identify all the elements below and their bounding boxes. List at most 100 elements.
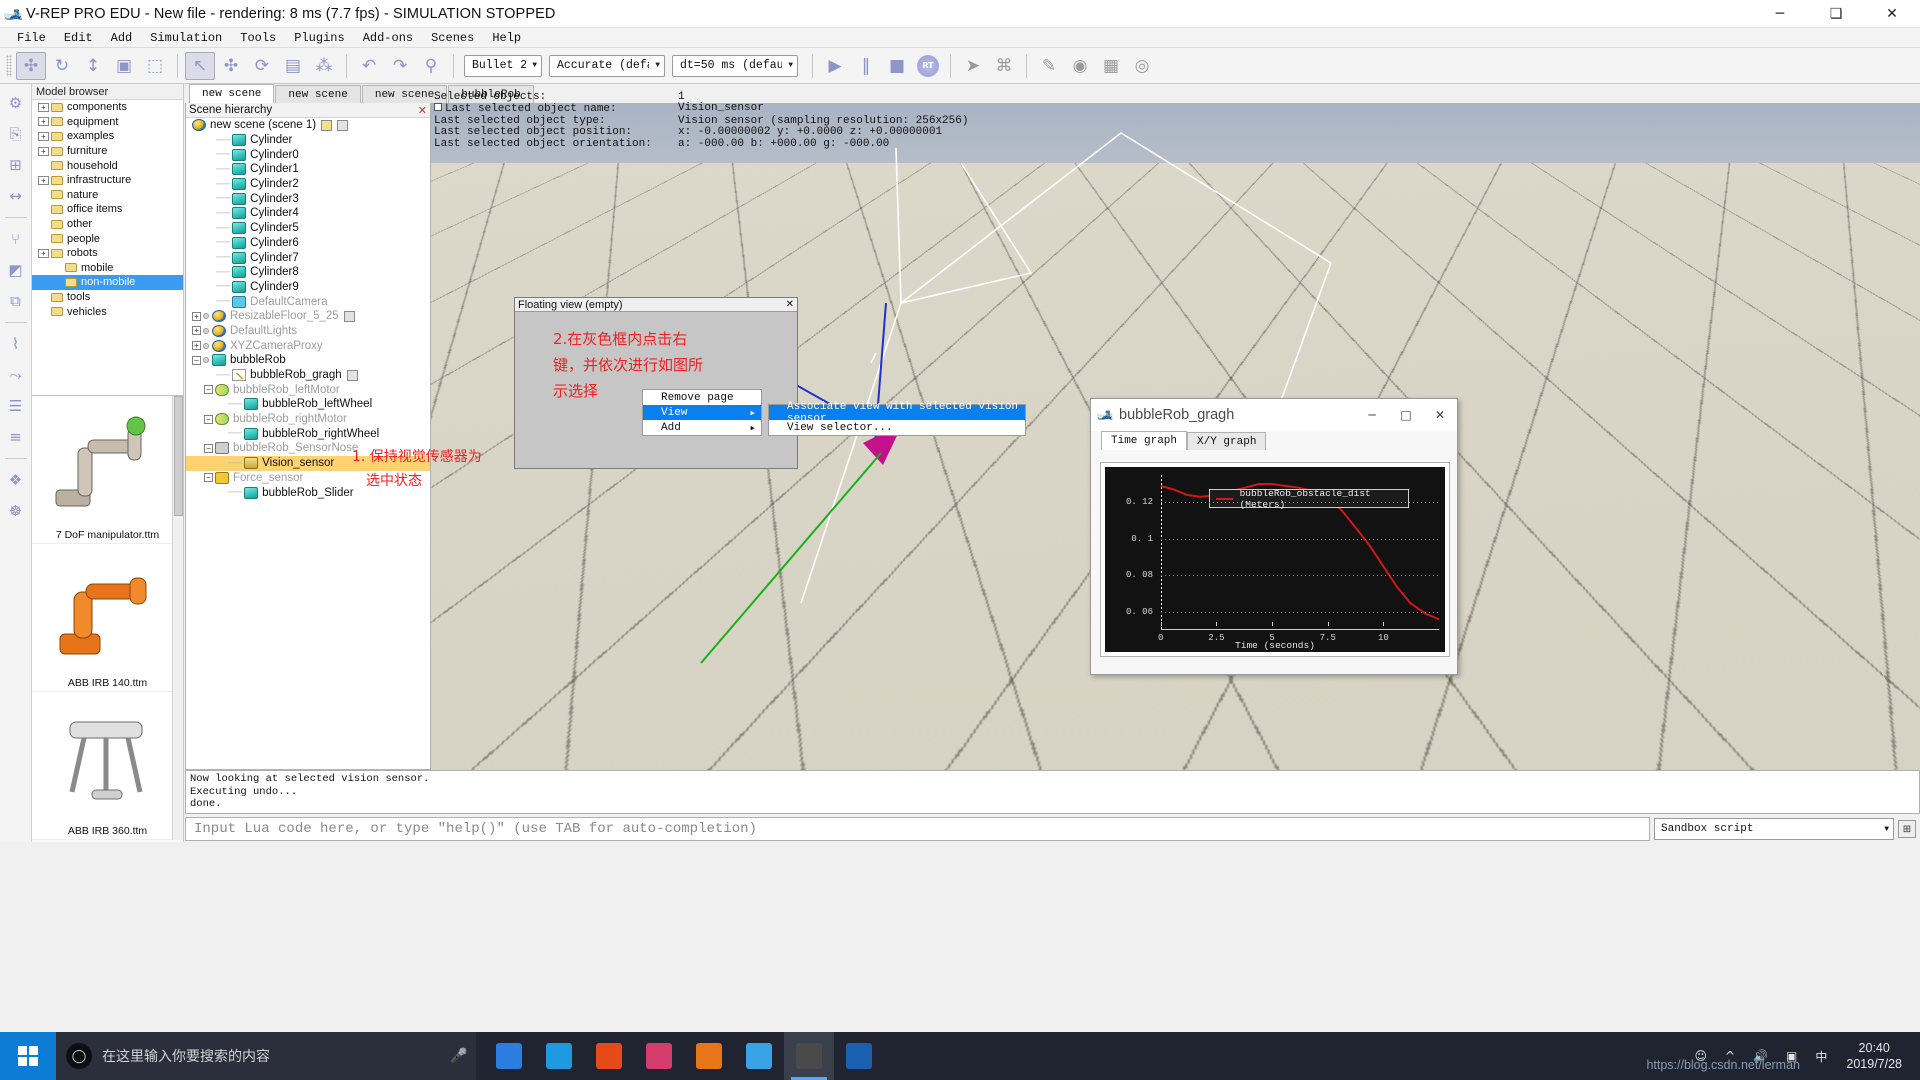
graph-tab-1[interactable]: X/Y graph	[1187, 432, 1266, 450]
scene-cylinder-5[interactable]	[819, 645, 867, 722]
script-badge-icon[interactable]	[344, 311, 355, 322]
hierarchy-node-bubbleRob_rightMotor[interactable]: −bubbleRob_rightMotor	[186, 412, 430, 427]
scene-object-properties-icon[interactable]: ⚙	[3, 90, 29, 116]
menu-scenes[interactable]: Scenes	[422, 31, 483, 45]
expand-icon[interactable]: +	[38, 249, 49, 258]
toolbar-grip[interactable]	[6, 55, 12, 77]
model-browser-folder-tools[interactable]: tools	[32, 290, 183, 305]
visibility-dot-icon[interactable]	[203, 313, 209, 319]
context-menu-item-add[interactable]: Add▸	[643, 420, 761, 435]
expand-icon[interactable]: −	[192, 356, 201, 365]
expand-icon[interactable]: +	[192, 312, 201, 321]
hierarchy-node-bubbleRob_gragh[interactable]: ──bubbleRob_gragh	[186, 368, 430, 383]
model-browser-folder-other[interactable]: other	[32, 217, 183, 232]
thread-render-button[interactable]: ⌘	[989, 52, 1019, 80]
minimize-button[interactable]: ─	[1355, 399, 1389, 431]
scene-cylinder-9[interactable]	[963, 522, 1003, 585]
settings-gear-icon[interactable]: ☸	[3, 498, 29, 524]
ik-groups-icon[interactable]: ⑂	[3, 226, 29, 252]
hierarchy-node-Cylinder2[interactable]: ──Cylinder2	[186, 177, 430, 192]
menu-add-ons[interactable]: Add-ons	[354, 31, 422, 45]
menu-tools[interactable]: Tools	[231, 31, 285, 45]
physics-engine-select[interactable]: Bullet 2▼	[464, 55, 542, 77]
hierarchy-node-bubbleRob_rightWheel[interactable]: ──bubbleRob_rightWheel	[186, 426, 430, 441]
context-menu[interactable]: Remove pageView▸Add▸	[642, 389, 762, 436]
model-thumb-irb140[interactable]: ABB IRB 140.ttm	[32, 544, 183, 692]
expand-icon[interactable]: +	[38, 176, 49, 185]
model-thumb-manipulator[interactable]: 7 DoF manipulator.ttm	[32, 396, 183, 544]
hierarchy-node-bubbleRob[interactable]: −bubbleRob	[186, 353, 430, 368]
context-menu-item-remove-page[interactable]: Remove page	[643, 390, 761, 405]
minimize-button[interactable]: ─	[1752, 0, 1808, 28]
visibility-dot-icon[interactable]	[203, 343, 209, 349]
script-target-select[interactable]: Sandbox script ▼	[1654, 818, 1894, 840]
taskbar-app-firefox[interactable]	[684, 1032, 734, 1080]
camera-fit-icon[interactable]: ⬚	[140, 52, 170, 80]
motion-planning-icon[interactable]: ⌇	[3, 331, 29, 357]
scene-cylinder-0[interactable]	[839, 478, 876, 538]
hierarchy-node-Cylinder7[interactable]: ──Cylinder7	[186, 250, 430, 265]
selection-mode-icon[interactable]: ↖	[185, 52, 215, 80]
hierarchy-node-Cylinder3[interactable]: ──Cylinder3	[186, 191, 430, 206]
submenu-item-associate-view-with-selected-vision-sensor[interactable]: Associate view with selected vision sens…	[769, 405, 1025, 420]
grid-toggle-button[interactable]: ⊞	[1898, 820, 1916, 838]
hierarchy-node-bubbleRob_leftWheel[interactable]: ──bubbleRob_leftWheel	[186, 397, 430, 412]
expand-icon[interactable]: +	[38, 117, 49, 126]
model-browser-folder-nature[interactable]: nature	[32, 188, 183, 203]
scene-cylinder-2[interactable]	[791, 543, 835, 613]
close-icon[interactable]: ✕	[418, 104, 427, 117]
scene-tab-0[interactable]: new scene	[189, 84, 274, 103]
start-button[interactable]	[0, 1032, 56, 1080]
scene-tab-1[interactable]: new scene	[275, 85, 360, 103]
menu-help[interactable]: Help	[483, 31, 530, 45]
model-thumb-irb360[interactable]: ABB IRB 360.ttm	[32, 692, 183, 840]
hierarchy-node-Cylinder6[interactable]: ──Cylinder6	[186, 236, 430, 251]
model-browser-folder-non-mobile[interactable]: non-mobile	[32, 275, 183, 290]
scene-cylinder-6[interactable]	[868, 664, 917, 742]
scene-hierarchy-tree[interactable]: new scene (scene 1)──Cylinder──Cylinder0…	[186, 118, 430, 500]
hierarchy-node-Cylinder1[interactable]: ──Cylinder1	[186, 162, 430, 177]
eye-button[interactable]: ◉	[1065, 52, 1095, 80]
hierarchy-root[interactable]: new scene (scene 1)	[186, 118, 430, 133]
close-icon[interactable]: ✕	[786, 299, 794, 310]
script-badge-icon[interactable]	[347, 370, 358, 381]
microphone-icon[interactable]: 🎤	[442, 1048, 476, 1064]
scene-cylinder-3[interactable]	[902, 545, 944, 612]
hierarchy-node-DefaultLights[interactable]: +DefaultLights	[186, 324, 430, 339]
undo-icon[interactable]: ↶	[354, 52, 384, 80]
maximize-button[interactable]: □	[1389, 399, 1423, 431]
model-browser-folder-mobile[interactable]: mobile	[32, 261, 183, 276]
taskbar-app-word[interactable]	[834, 1032, 884, 1080]
dynamics-toggle-icon[interactable]: ⚲	[416, 52, 446, 80]
scene-cylinder-1[interactable]	[893, 477, 933, 540]
object-rotate-icon[interactable]: ↻	[47, 52, 77, 80]
dynamics-accuracy-select[interactable]: Accurate (defau▼	[549, 55, 665, 77]
model-browser-folder-furniture[interactable]: +furniture	[32, 144, 183, 159]
slow-motion-button[interactable]: ➤	[958, 52, 988, 80]
distance-calculation-icon[interactable]: ↔	[3, 183, 29, 209]
ime-icon[interactable]: 中	[1808, 1048, 1834, 1065]
model-browser-icon[interactable]: ❖	[3, 467, 29, 493]
model-browser-folder-household[interactable]: household	[32, 158, 183, 173]
taskbar-app-store[interactable]	[484, 1032, 534, 1080]
time-graph-plot[interactable]: bubbleRob_obstacle_dist (Meters) Time (s…	[1105, 467, 1445, 652]
clock[interactable]: 20:40 2019/7/28	[1838, 1040, 1910, 1072]
hierarchy-node-bubbleRob_leftMotor[interactable]: −bubbleRob_leftMotor	[186, 382, 430, 397]
model-browser-folder-infrastructure[interactable]: +infrastructure	[32, 173, 183, 188]
taskbar-app-vrep[interactable]	[784, 1032, 834, 1080]
script-badge-icon[interactable]	[321, 120, 332, 131]
stop-simulation-button[interactable]: ■	[882, 52, 912, 80]
close-button[interactable]: ✕	[1423, 399, 1457, 431]
model-browser-folder-robots[interactable]: +robots	[32, 246, 183, 261]
expand-icon[interactable]: −	[204, 415, 213, 424]
hierarchy-node-Cylinder[interactable]: ──Cylinder	[186, 133, 430, 148]
taskbar-app-thunderbird[interactable]	[734, 1032, 784, 1080]
expand-icon[interactable]: +	[192, 341, 201, 350]
taskbar-app-explorer[interactable]	[634, 1032, 684, 1080]
start-simulation-button[interactable]: ▶	[820, 52, 850, 80]
simulation-dt-select[interactable]: dt=50 ms (default)▼	[672, 55, 798, 77]
menu-add[interactable]: Add	[102, 31, 142, 45]
expand-icon[interactable]: +	[38, 147, 49, 156]
pause-simulation-button[interactable]: ‖	[851, 52, 881, 80]
graph-tab-0[interactable]: Time graph	[1101, 431, 1187, 450]
